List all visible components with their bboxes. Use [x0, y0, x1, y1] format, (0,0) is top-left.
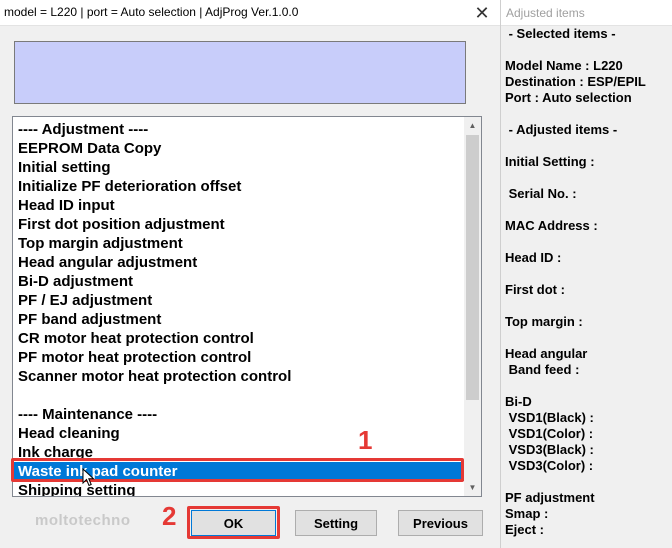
adjusted-item-line: VSD1(Color) : [505, 426, 594, 441]
adjusted-item-line: Model Name : L220 [505, 58, 623, 73]
adjusted-item-line: MAC Address : [505, 218, 598, 233]
adjusted-item-line: PF adjustment [505, 490, 595, 505]
list-item[interactable]: ---- Adjustment ---- [13, 120, 465, 139]
list-item[interactable]: Waste ink pad counter [13, 462, 465, 481]
adjusted-item-line: First dot : [505, 282, 565, 297]
list-item[interactable]: Head ID input [13, 196, 465, 215]
list-item[interactable]: ---- Maintenance ---- [13, 405, 465, 424]
list-item[interactable]: Shipping setting [13, 481, 465, 496]
title-bar: model = L220 | port = Auto selection | A… [0, 0, 500, 26]
adjusted-item-line: Band feed : [505, 362, 580, 377]
scroll-up-icon[interactable]: ▲ [464, 117, 481, 134]
list-item[interactable]: First dot position adjustment [13, 215, 465, 234]
adjusted-item-line: Destination : ESP/EPIL [505, 74, 646, 89]
list-item[interactable]: Ink charge [13, 443, 465, 462]
list-item[interactable]: EEPROM Data Copy [13, 139, 465, 158]
adjusted-items-scrollbar[interactable] [655, 26, 672, 548]
list-item[interactable] [13, 386, 465, 405]
list-item[interactable]: CR motor heat protection control [13, 329, 465, 348]
scroll-down-icon[interactable]: ▼ [464, 479, 481, 496]
adjusted-item-line: - Adjusted items - [505, 122, 618, 137]
list-scrollbar[interactable]: ▲ ▼ [464, 117, 481, 496]
list-item[interactable]: Head cleaning [13, 424, 465, 443]
ok-button[interactable]: OK [191, 510, 276, 536]
adjusted-items-title-bar: Adjusted items [501, 0, 672, 26]
adjusted-items-title: Adjusted items [506, 6, 585, 20]
adjusted-item-line: Eject : [505, 522, 545, 537]
list-item[interactable]: Head angular adjustment [13, 253, 465, 272]
message-box [14, 41, 466, 104]
adjprog-window: model = L220 | port = Auto selection | A… [0, 0, 500, 548]
adjusted-items-content: - Selected items - Model Name : L220 Desti… [505, 26, 655, 538]
adjusted-item-line: Port : Auto selection [505, 90, 632, 105]
adjusted-item-line: Head ID : [505, 250, 562, 265]
window-title: model = L220 | port = Auto selection | A… [4, 5, 299, 19]
adjusted-items-window: Adjusted items - Selected items - Model N… [500, 0, 672, 548]
list-item[interactable]: PF band adjustment [13, 310, 465, 329]
previous-button[interactable]: Previous [398, 510, 483, 536]
list-items: ---- Adjustment ---- EEPROM Data Copy Init… [13, 120, 465, 496]
adjusted-item-line: Head angular [505, 346, 588, 361]
close-icon[interactable]: ✕ [464, 0, 500, 26]
list-item[interactable]: PF / EJ adjustment [13, 291, 465, 310]
list-item[interactable]: Initialize PF deterioration offset [13, 177, 465, 196]
adjusted-item-line: VSD3(Color) : [505, 458, 594, 473]
adjusted-item-line: - Selected items - [505, 26, 616, 41]
list-item[interactable]: Bi-D adjustment [13, 272, 465, 291]
scroll-thumb[interactable] [466, 135, 479, 400]
adjusted-item-line: Smap : [505, 506, 549, 521]
adjusted-item-line: VSD3(Black) : [505, 442, 594, 457]
watermark: moltotechno [35, 512, 131, 529]
adjusted-item-line: Top margin : [505, 314, 583, 329]
step-2-label: 2 [162, 501, 177, 531]
step-1-label: 1 [358, 425, 373, 455]
adjustment-listbox[interactable]: ---- Adjustment ---- EEPROM Data Copy Init… [12, 116, 482, 497]
adjusted-item-line: VSD1(Black) : [505, 410, 594, 425]
list-item[interactable]: Scanner motor heat protection control [13, 367, 465, 386]
list-item[interactable]: PF motor heat protection control [13, 348, 465, 367]
mouse-cursor-icon [82, 468, 95, 487]
adjusted-item-line: Bi-D [505, 394, 532, 409]
list-item[interactable]: Initial setting [13, 158, 465, 177]
adjusted-item-line: Serial No. : [505, 186, 577, 201]
setting-button[interactable]: Setting [295, 510, 377, 536]
list-item[interactable]: Top margin adjustment [13, 234, 465, 253]
adjusted-item-line: Initial Setting : [505, 154, 595, 169]
